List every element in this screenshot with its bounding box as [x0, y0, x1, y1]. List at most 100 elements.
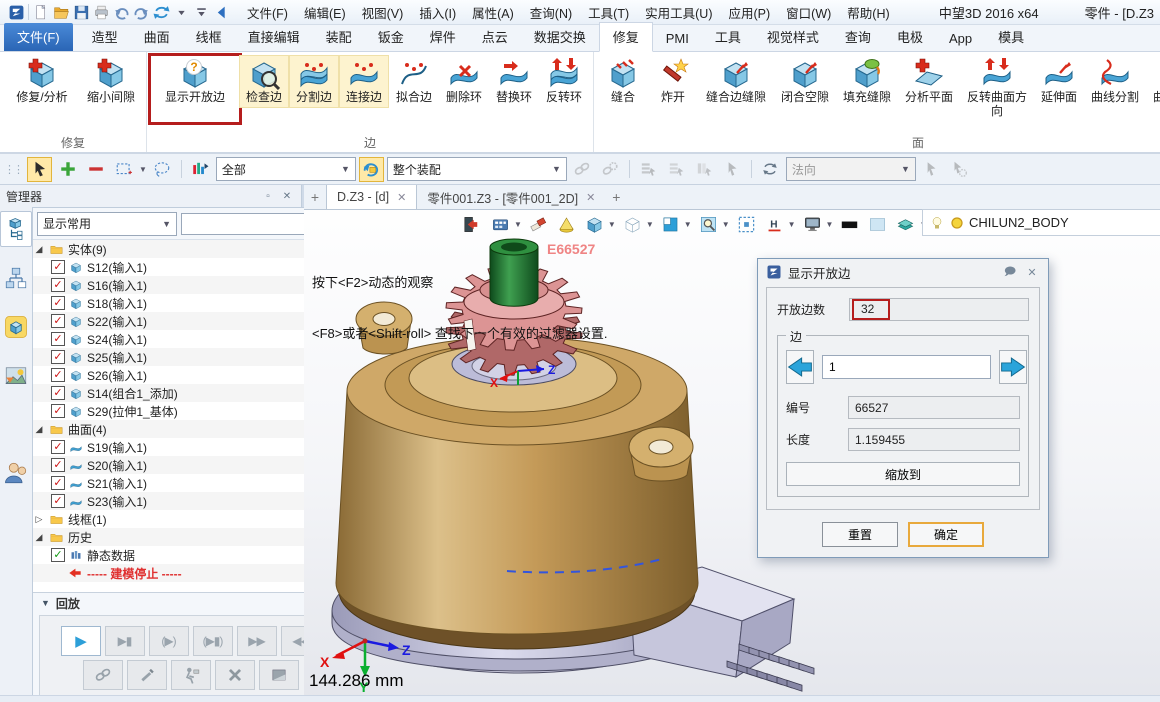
- active-layer-box[interactable]: CHILUN2_BODY: [922, 209, 1160, 236]
- explode-button[interactable]: 炸开: [648, 55, 698, 108]
- redo-icon[interactable]: [131, 2, 151, 22]
- render-tab-icon[interactable]: [0, 358, 32, 394]
- menu-item[interactable]: 工具(T): [580, 0, 637, 25]
- menu-item[interactable]: 编辑(E): [296, 0, 354, 25]
- entity-filter-dropdown[interactable]: 全部▼: [216, 157, 356, 181]
- fit-edge-button[interactable]: 拟合边: [389, 55, 439, 108]
- remove-icon[interactable]: [83, 157, 108, 182]
- back-icon[interactable]: [211, 2, 231, 22]
- ribbon-tab[interactable]: 焊件: [417, 23, 469, 51]
- new-tab-icon[interactable]: +: [605, 185, 627, 209]
- analyze-plane-button[interactable]: 分析平面: [898, 55, 960, 108]
- user-tab-icon[interactable]: [0, 455, 32, 491]
- chevron-down-icon[interactable]: ▼: [684, 220, 692, 229]
- reverse-loop-button[interactable]: 反转环: [539, 55, 589, 108]
- visibility-checkbox[interactable]: ✓: [51, 440, 65, 454]
- playback-play-group-button[interactable]: (▶): [149, 626, 189, 656]
- tree-item[interactable]: ✓S26(输入1): [33, 366, 332, 384]
- chevron-down-icon[interactable]: ▼: [139, 165, 147, 174]
- twist-icon[interactable]: ◢: [33, 424, 45, 435]
- visibility-checkbox[interactable]: ✓: [51, 332, 65, 346]
- new-tab-icon[interactable]: +: [304, 185, 326, 209]
- ribbon-tab[interactable]: 查询: [832, 23, 884, 51]
- playback-header[interactable]: ▼ 回放: [33, 593, 348, 613]
- fill-gap-button[interactable]: 填充缝隙: [836, 55, 898, 108]
- chain-gear-icon[interactable]: [598, 157, 623, 182]
- menu-item[interactable]: 窗口(W): [778, 0, 839, 25]
- repair-analyze-button[interactable]: 修复/分析: [4, 55, 80, 108]
- solid-tab-icon[interactable]: [0, 309, 32, 345]
- tree-item[interactable]: ✓静态数据: [33, 546, 332, 564]
- menu-item[interactable]: 插入(I): [411, 0, 464, 25]
- next-edge-button[interactable]: [999, 350, 1027, 384]
- tree-item[interactable]: ✓S29(拉伸1_基体): [33, 402, 332, 420]
- ribbon-tab[interactable]: 直接编辑: [235, 23, 313, 51]
- twist-icon[interactable]: ◢: [33, 532, 45, 543]
- visibility-checkbox[interactable]: ✓: [51, 404, 65, 418]
- tree-filter-dropdown[interactable]: 显示常用 ▼: [37, 212, 177, 236]
- replace-loop-button[interactable]: 替换环: [489, 55, 539, 108]
- ribbon-tab[interactable]: PMI: [653, 27, 702, 51]
- visibility-checkbox[interactable]: ✓: [51, 458, 65, 472]
- ribbon-tab[interactable]: 点云: [469, 23, 521, 51]
- playback-fast-forward-button[interactable]: ▶▶: [237, 626, 277, 656]
- tree-item[interactable]: ✓S16(输入1): [33, 276, 332, 294]
- extend-face-button[interactable]: 延伸面: [1034, 55, 1084, 108]
- cursor-gear-icon[interactable]: [947, 157, 972, 182]
- edge-index-input[interactable]: [822, 355, 991, 379]
- tree-item[interactable]: ----- 建模停止 -----: [33, 564, 332, 582]
- tab-close-icon[interactable]: ✕: [397, 191, 406, 204]
- ribbon-tab[interactable]: 曲面: [131, 23, 183, 51]
- twist-icon[interactable]: ◢: [33, 244, 45, 255]
- add-icon[interactable]: [55, 157, 80, 182]
- ok-button[interactable]: 确定: [908, 522, 984, 547]
- tree-item[interactable]: ✓S20(输入1): [33, 456, 332, 474]
- sync-icon[interactable]: [151, 2, 171, 22]
- print-icon[interactable]: [91, 2, 111, 22]
- twist-icon[interactable]: ▷: [33, 514, 45, 525]
- visibility-checkbox[interactable]: ✓: [51, 314, 65, 328]
- open-icon[interactable]: [51, 2, 71, 22]
- playback-card-button[interactable]: [259, 660, 299, 690]
- prev-edge-button[interactable]: [786, 350, 814, 384]
- tree-folder[interactable]: ▷线框(1): [33, 510, 332, 528]
- tree-item[interactable]: ✓S22(输入1): [33, 312, 332, 330]
- chevron-down-icon[interactable]: ▼: [788, 220, 796, 229]
- list-pick3-icon[interactable]: [692, 157, 717, 182]
- ribbon-tab[interactable]: 工具: [702, 23, 754, 51]
- undo-icon[interactable]: [111, 2, 131, 22]
- visibility-checkbox[interactable]: ✓: [51, 548, 65, 562]
- visibility-checkbox[interactable]: ✓: [51, 296, 65, 310]
- lasso-icon[interactable]: [150, 157, 175, 182]
- tree-item[interactable]: ✓S12(输入1): [33, 258, 332, 276]
- menu-item[interactable]: 帮助(H): [839, 0, 897, 25]
- menu-item[interactable]: 应用(P): [720, 0, 778, 25]
- tree-item[interactable]: ✓S21(输入1): [33, 474, 332, 492]
- visibility-checkbox[interactable]: ✓: [51, 260, 65, 274]
- ribbon-tab[interactable]: 造型: [79, 23, 131, 51]
- menu-item[interactable]: 查询(N): [522, 0, 580, 25]
- playback-step-group-button[interactable]: (▶▮): [193, 626, 233, 656]
- show-open-edges-button[interactable]: ?显示开放边: [151, 55, 239, 108]
- panel-close-icon[interactable]: ✕: [279, 189, 295, 203]
- shrink-gap-button[interactable]: 缩小间隙: [80, 55, 142, 108]
- visibility-checkbox[interactable]: ✓: [51, 476, 65, 490]
- normal-dropdown[interactable]: 法向▼: [786, 157, 916, 181]
- chevron-down-icon[interactable]: ▼: [608, 220, 616, 229]
- tree-folder[interactable]: ◢历史: [33, 528, 332, 546]
- visibility-checkbox[interactable]: ✓: [51, 368, 65, 382]
- scope-pick-icon[interactable]: [359, 157, 384, 182]
- list-pick2-icon[interactable]: [664, 157, 689, 182]
- tab-close-icon[interactable]: ✕: [586, 191, 595, 204]
- visibility-checkbox[interactable]: ✓: [51, 278, 65, 292]
- manager-tab-icon[interactable]: [0, 211, 32, 247]
- ribbon-tab[interactable]: 线框: [183, 23, 235, 51]
- playback-walk-button[interactable]: [171, 660, 211, 690]
- caret-down[interactable]: [171, 2, 191, 22]
- chevron-down-icon[interactable]: ▼: [722, 220, 730, 229]
- tree-item[interactable]: ✓S24(输入1): [33, 330, 332, 348]
- ribbon-tab[interactable]: 数据交换: [521, 23, 599, 51]
- list-pick-icon[interactable]: [636, 157, 661, 182]
- chevron-down-icon[interactable]: ▼: [826, 220, 834, 229]
- delete-loop-button[interactable]: 删除环: [439, 55, 489, 108]
